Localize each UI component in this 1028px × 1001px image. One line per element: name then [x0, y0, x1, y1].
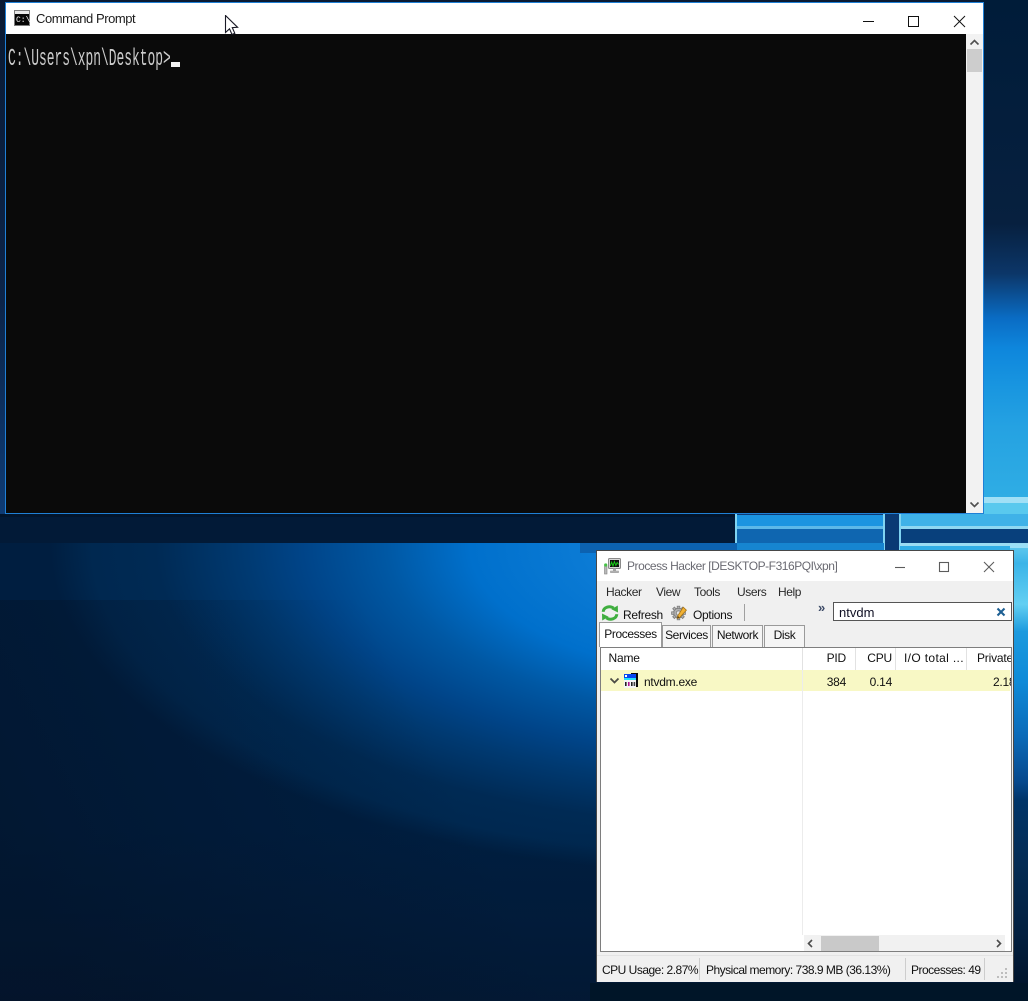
svg-text:C:\: C:\ — [16, 16, 31, 25]
